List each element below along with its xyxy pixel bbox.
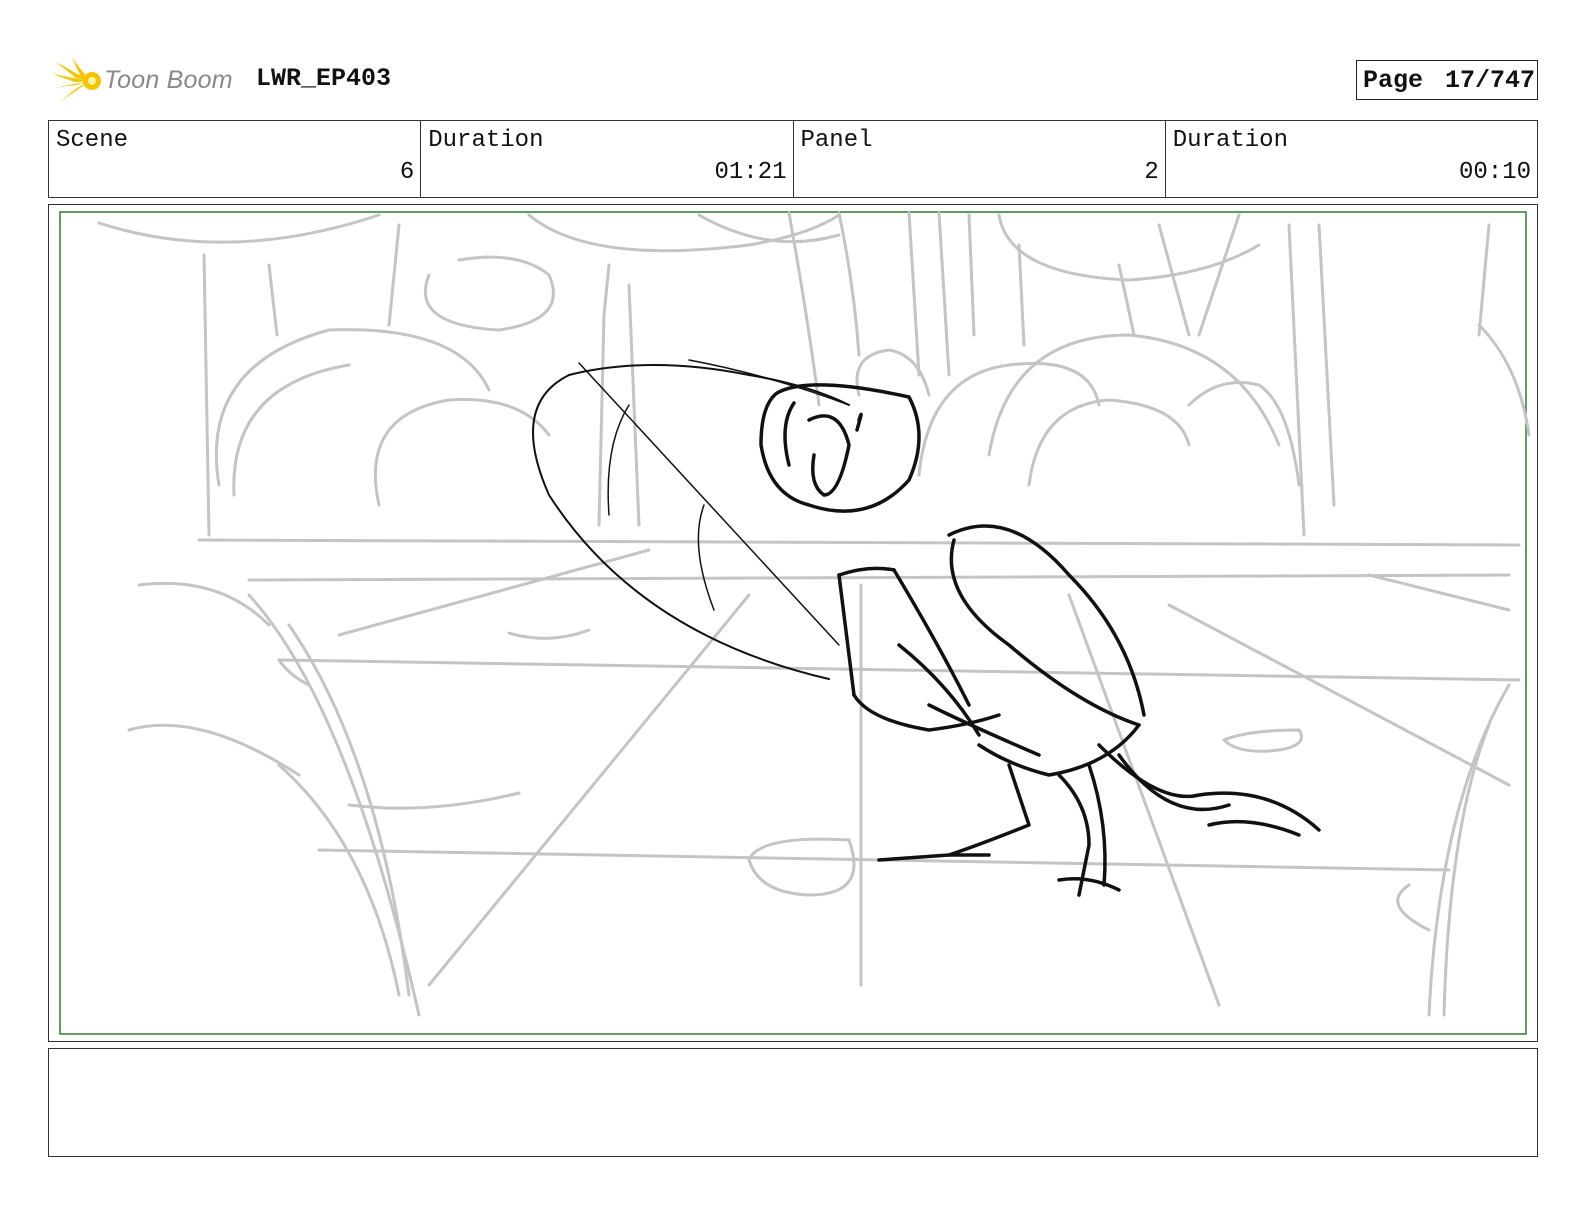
project-title: LWR_EP403 <box>256 64 392 93</box>
panel-label: Panel <box>800 127 873 154</box>
scene-duration-value: 01:21 <box>714 159 787 186</box>
panel-cell: Panel 2 <box>794 121 1166 197</box>
panel-duration-value: 00:10 <box>1458 159 1531 186</box>
background-rough <box>97 211 1531 1017</box>
brand-name: Toon Boom <box>104 66 233 94</box>
page-number: 17/747 <box>1445 65 1536 95</box>
scene-cell: Scene 6 <box>49 121 422 197</box>
scene-label: Scene <box>56 127 129 154</box>
page-label: Page <box>1363 65 1424 95</box>
panel-value: 2 <box>1144 159 1159 186</box>
safe-frame <box>59 211 1527 1035</box>
panel-duration-label: Duration <box>1172 127 1288 154</box>
scene-duration-cell: Duration 01:21 <box>421 121 794 197</box>
page-indicator: Page 17/747 <box>1356 60 1538 100</box>
panel-info-table: Scene 6 Duration 01:21 Panel 2 Duration … <box>48 120 1538 198</box>
notes-panel <box>48 1048 1538 1157</box>
panel-sketch <box>59 211 1531 1035</box>
panel-duration-cell: Duration 00:10 <box>1166 121 1537 197</box>
toon-boom-logo: Toon Boom <box>50 56 240 106</box>
scene-duration-label: Duration <box>428 127 544 154</box>
starburst-icon <box>52 58 101 102</box>
storyboard-panel <box>48 204 1538 1042</box>
scene-value: 6 <box>399 159 415 186</box>
